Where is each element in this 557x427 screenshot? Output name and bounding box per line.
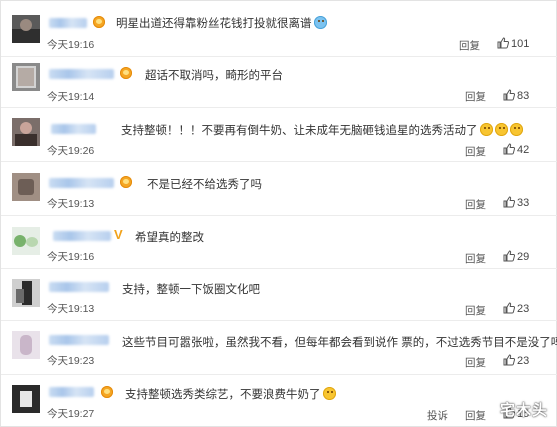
reply-button[interactable]: 回复 — [465, 89, 486, 104]
like-button[interactable]: 29 — [503, 250, 529, 265]
like-button[interactable]: 33 — [503, 196, 529, 211]
cry-emoji-icon — [313, 16, 327, 29]
like-button[interactable]: 101 — [497, 37, 529, 52]
username[interactable] — [49, 282, 109, 292]
reply-button[interactable]: 回复 — [465, 303, 486, 318]
timestamp: 今天19:26 — [47, 145, 95, 157]
divider — [1, 268, 557, 269]
like-count: 29 — [517, 251, 530, 263]
reply-button[interactable]: 回复 — [465, 251, 486, 266]
like-button[interactable]: 42 — [503, 143, 529, 158]
like-count: 101 — [511, 38, 530, 50]
username[interactable] — [49, 387, 94, 397]
username[interactable] — [49, 18, 87, 28]
timestamp: 今天19:27 — [47, 408, 95, 420]
like-button[interactable]: 83 — [503, 89, 529, 104]
like-count: 23 — [517, 355, 530, 367]
thumbs-up-icon — [503, 302, 516, 317]
thumbs-up-icon — [503, 143, 516, 158]
username[interactable] — [49, 335, 109, 345]
thumbs-up-icon — [503, 196, 516, 211]
comment-text: 超话不取消吗，畸形的平台 — [145, 70, 283, 82]
thumbs-up-icon — [503, 89, 516, 104]
avatar[interactable] — [12, 118, 40, 146]
smile-emoji-icon — [322, 387, 336, 400]
thumbs-up-icon — [497, 37, 510, 52]
timestamp: 今天19:14 — [47, 91, 95, 103]
verified-v-icon: V — [114, 227, 123, 242]
avatar[interactable] — [12, 385, 40, 413]
vip-badge-icon — [93, 16, 105, 28]
reply-button[interactable]: 回复 — [465, 197, 486, 212]
watermark: 宅木头 — [499, 402, 548, 419]
comment-list: 明星出道还得靠粉丝花钱打投就很离谱 今天19:16 回复 101 超话不取消吗，… — [0, 0, 557, 427]
username[interactable] — [53, 231, 111, 241]
avatar[interactable] — [12, 227, 40, 255]
vip-badge-icon — [120, 67, 132, 79]
smile-emoji-icon — [479, 123, 493, 136]
vip-badge-icon — [120, 176, 132, 188]
divider — [1, 374, 557, 375]
username[interactable] — [49, 178, 114, 188]
timestamp: 今天19:16 — [47, 251, 95, 263]
like-count: 83 — [517, 90, 530, 102]
thumbs-up-icon — [503, 250, 516, 265]
vip-badge-icon — [101, 386, 113, 398]
reply-button[interactable]: 回复 — [459, 38, 480, 53]
timestamp: 今天19:13 — [47, 303, 95, 315]
reply-button[interactable]: 回复 — [465, 144, 486, 159]
timestamp: 今天19:16 — [47, 39, 95, 51]
like-count: 23 — [517, 303, 530, 315]
smile-emoji-icon — [509, 123, 523, 136]
avatar[interactable] — [12, 173, 40, 201]
report-button[interactable]: 投诉 — [427, 408, 448, 423]
timestamp: 今天19:13 — [47, 198, 95, 210]
divider — [1, 161, 557, 162]
comment-text: 支持整顿选秀类综艺，不要浪费牛奶了 — [125, 386, 336, 402]
divider — [1, 320, 557, 321]
divider — [1, 215, 557, 216]
thumbs-up-icon — [503, 354, 516, 369]
comment-text: 希望真的整改 — [135, 232, 204, 244]
username[interactable] — [49, 69, 114, 79]
like-count: 33 — [517, 197, 530, 209]
smile-emoji-icon — [494, 123, 508, 136]
avatar[interactable] — [12, 279, 40, 307]
reply-button[interactable]: 回复 — [465, 408, 486, 423]
comment-text: 不是已经不给选秀了吗 — [147, 179, 262, 191]
timestamp: 今天19:23 — [47, 355, 95, 367]
comment-text: 支持整顿！！！不要再有倒牛奶、让未成年无脑砸钱追星的选秀活动了 — [121, 122, 523, 138]
avatar[interactable] — [12, 331, 40, 359]
reply-button[interactable]: 回复 — [465, 355, 486, 370]
comment-text: 这些节目可嚣张啦，虽然我不看，但每年都会看到说作 票的，不过选秀节目不是没了吗? — [122, 337, 557, 349]
username[interactable] — [51, 124, 96, 134]
divider — [1, 107, 557, 108]
comment-text: 支持，整顿一下饭圈文化吧 — [122, 284, 260, 296]
comment-text: 明星出道还得靠粉丝花钱打投就很离谱 — [116, 15, 327, 31]
like-count: 42 — [517, 144, 530, 156]
like-button[interactable]: 23 — [503, 302, 529, 317]
avatar[interactable] — [12, 63, 40, 91]
divider — [1, 56, 557, 57]
avatar[interactable] — [12, 15, 40, 43]
like-button[interactable]: 23 — [503, 354, 529, 369]
